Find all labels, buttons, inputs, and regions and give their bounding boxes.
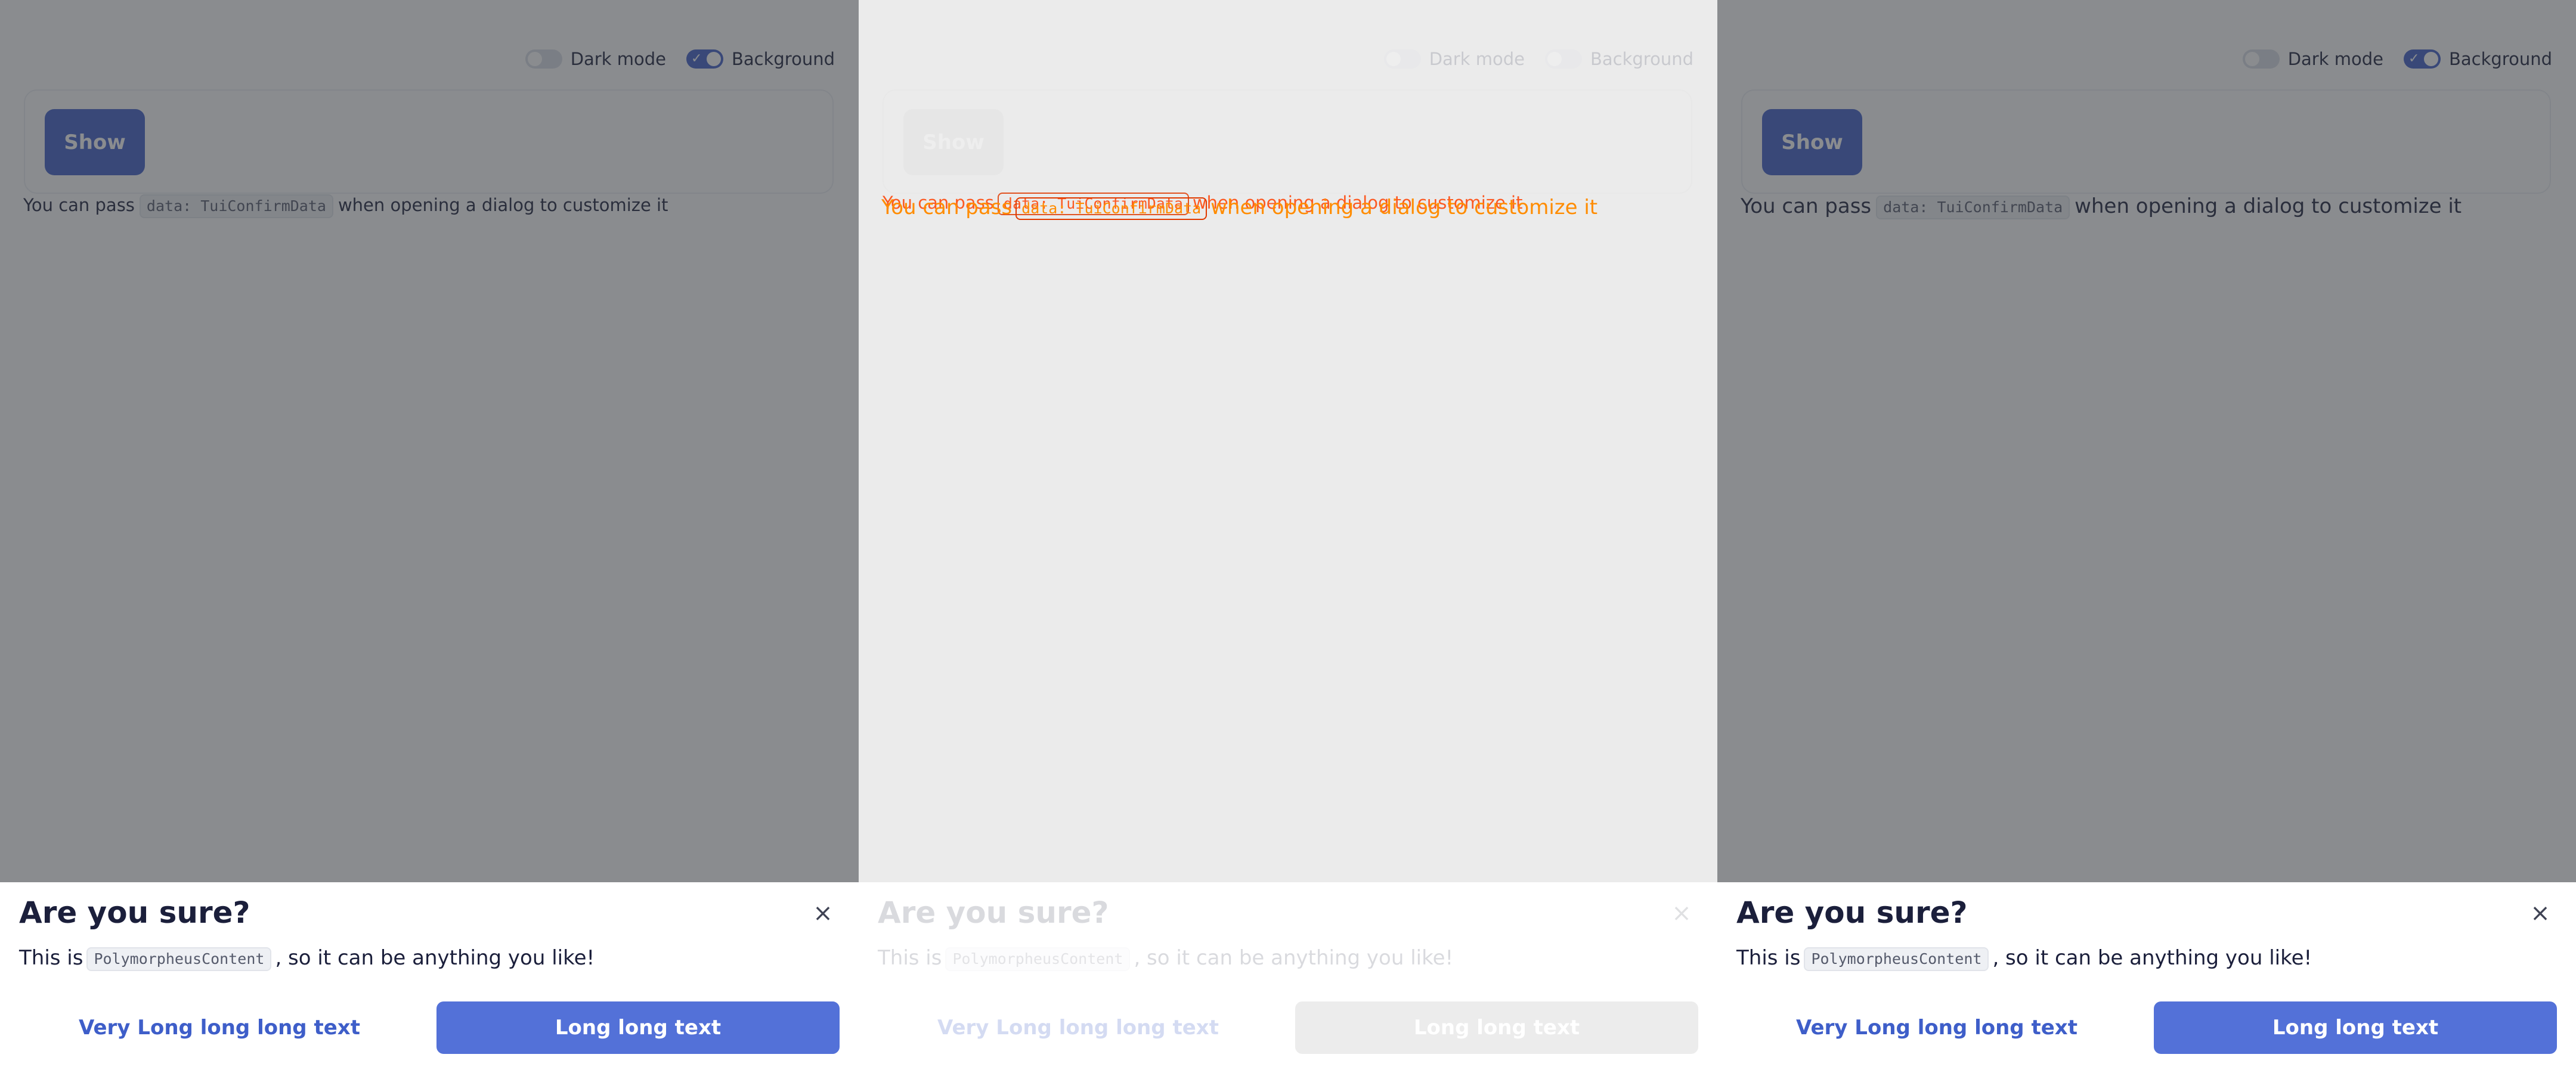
very-long-text-button[interactable]: Very Long long long text — [19, 1001, 420, 1054]
message-before: This is — [878, 946, 942, 970]
background-toggle[interactable] — [1544, 49, 1582, 69]
example-card: Show — [883, 89, 1692, 194]
dialog-title: Are you sure? — [19, 895, 250, 930]
intro-text-diff: You can pass data: TuiConfirmData when ope… — [881, 194, 1597, 221]
screenshot-panel-right: Dark mode ✓ Background Show You can pass… — [1717, 0, 2576, 1073]
dialog-message: This is PolymorpheusContent, so it can be… — [878, 943, 1453, 973]
show-button[interactable]: Show — [903, 109, 1004, 175]
message-before: This is — [1736, 946, 1801, 970]
message-code: PolymorpheusContent — [86, 947, 272, 971]
long-text-button[interactable]: Long long text — [2154, 1001, 2557, 1054]
close-icon[interactable]: × — [1668, 900, 1695, 926]
close-icon[interactable]: × — [2527, 900, 2553, 926]
dialog-title: Are you sure? — [878, 895, 1109, 930]
long-text-button[interactable]: Long long text — [436, 1001, 840, 1054]
message-after: , so it can be anything you like! — [1992, 946, 2312, 970]
message-code: PolymorpheusContent — [945, 947, 1131, 971]
message-before: This is — [19, 946, 83, 970]
demo-toolbar: Dark mode Background — [1364, 49, 1693, 69]
confirm-dialog: Are you sure? × This is PolymorpheusConte… — [1717, 882, 2576, 1073]
close-icon[interactable]: × — [810, 900, 836, 926]
very-long-text-button[interactable]: Very Long long long text — [878, 1001, 1278, 1054]
dialog-actions: Very Long long long text Long long text — [19, 1001, 840, 1054]
confirm-dialog: Are you sure? × This is PolymorpheusConte… — [859, 882, 1717, 1073]
dark-mode-toggle[interactable] — [1383, 49, 1421, 69]
toggle-knob — [1547, 52, 1562, 66]
screenshot-panel-left: Dark mode ✓ Background Show You can pass… — [0, 0, 859, 1073]
dialog-title: Are you sure? — [1736, 895, 1968, 930]
intro-after: when opening a dialog to customize it — [1210, 196, 1598, 219]
dialog-message: This is PolymorpheusContent, so it can be… — [19, 943, 595, 973]
screenshot-panel-middle: Dark mode Background Show You can pass da… — [859, 0, 1717, 1073]
confirm-dialog: Are you sure? × This is PolymorpheusConte… — [0, 882, 859, 1073]
dialog-actions: Very Long long long text Long long text — [1736, 1001, 2557, 1054]
intro-before: You can pass — [881, 196, 1013, 219]
dark-mode-label: Dark mode — [1429, 49, 1525, 69]
intro-code: data: TuiConfirmData — [1015, 197, 1208, 220]
long-text-button[interactable]: Long long text — [1295, 1001, 1698, 1054]
dark-mode-toggle-group[interactable]: Dark mode — [1383, 49, 1525, 69]
message-after: , so it can be anything you like! — [1134, 946, 1454, 970]
dialog-message: This is PolymorpheusContent, so it can be… — [1736, 943, 2312, 973]
message-code: PolymorpheusContent — [1804, 947, 1989, 971]
dialog-overlay[interactable] — [0, 0, 859, 882]
toggle-knob — [1386, 52, 1401, 66]
message-after: , so it can be anything you like! — [275, 946, 595, 970]
background-label: Background — [1590, 49, 1693, 69]
very-long-text-button[interactable]: Very Long long long text — [1736, 1001, 2137, 1054]
dialog-actions: Very Long long long text Long long text — [878, 1001, 1698, 1054]
background-toggle-group[interactable]: Background — [1544, 49, 1693, 69]
dialog-overlay[interactable] — [1717, 0, 2576, 882]
